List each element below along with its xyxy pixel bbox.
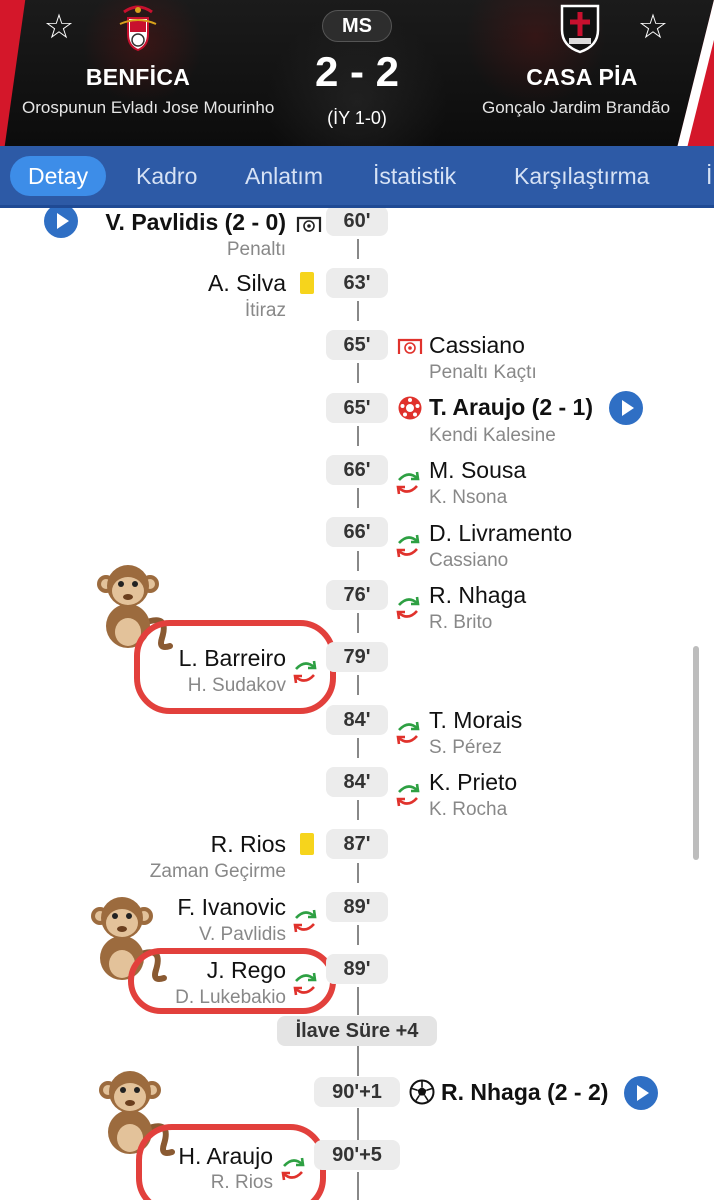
event-detail: Cassiano: [429, 550, 509, 571]
event-minute: 90'+1: [314, 1077, 400, 1107]
event-detail: R. Brito: [429, 612, 493, 633]
event-player-name[interactable]: F. Ivanovic: [177, 894, 286, 921]
favorite-away-star-icon[interactable]: ☆: [636, 10, 670, 44]
event-player-name[interactable]: D. Livramento: [429, 520, 572, 547]
event-minute: 66': [326, 517, 388, 547]
event-minute: 63': [326, 268, 388, 298]
substitution-icon: [396, 534, 420, 558]
timeline-connector: [357, 1172, 359, 1200]
benfica-logo: [119, 5, 157, 52]
event-player-name[interactable]: Cassiano: [429, 332, 525, 359]
substitution-icon: [396, 783, 420, 807]
video-play-button[interactable]: [609, 391, 643, 425]
tab-karsilastirma[interactable]: Karşılaştırma: [514, 156, 649, 196]
substitution-icon: [293, 909, 317, 933]
event-detail: V. Pavlidis: [199, 924, 286, 945]
goal-ball-icon: [409, 1079, 435, 1105]
timeline-connector: [357, 675, 359, 695]
home-team-name[interactable]: BENFİCA: [38, 64, 238, 91]
timeline-connector: [357, 239, 359, 259]
yellow-card-icon: [300, 272, 314, 294]
stoppage-time-pill: İlave Süre +4: [277, 1016, 437, 1046]
substitution-icon: [281, 1157, 305, 1181]
timeline-connector: [357, 738, 359, 758]
tab-bar: Detay Kadro Anlatım İstatistik Karşılaşt…: [0, 146, 714, 208]
event-detail: Penaltı: [226, 239, 286, 260]
favorite-home-star-icon[interactable]: ☆: [42, 10, 76, 44]
casa-pia-logo: [560, 4, 600, 54]
timeline-connector: [357, 301, 359, 321]
event-minute: 84': [326, 705, 388, 735]
away-team-name[interactable]: CASA PİA: [482, 64, 682, 91]
missed-penalty-icon: [397, 338, 423, 354]
event-player-name[interactable]: R. Nhaga: [429, 582, 526, 609]
substitution-icon: [293, 972, 317, 996]
event-detail: İtiraz: [244, 300, 286, 321]
away-coach: Gonçalo Jardim Brandão: [482, 98, 671, 117]
timeline-connector: [357, 613, 359, 633]
event-detail: Kendi Kalesine: [429, 425, 556, 446]
event-minute: 79': [326, 642, 388, 672]
timeline-connector: [357, 1108, 359, 1142]
match-score: 2 - 2: [314, 48, 400, 95]
match-status-badge: MS: [322, 10, 392, 42]
timeline-connector: [357, 800, 359, 820]
home-coach: Orospunun Evladı Jose Mourinho: [22, 98, 275, 117]
timeline-connector: [357, 363, 359, 383]
event-detail: S. Pérez: [429, 737, 502, 758]
tab-next-cut[interactable]: İ: [706, 156, 712, 196]
match-timeline: V. Pavlidis (2 - 0) 60' Penaltı A. Silva…: [0, 208, 714, 1200]
event-player-name[interactable]: H. Araujo: [178, 1143, 273, 1170]
timeline-connector: [357, 863, 359, 883]
event-player-name[interactable]: R. Nhaga (2 - 2): [441, 1079, 608, 1106]
timeline-connector: [357, 488, 359, 508]
tab-kadro[interactable]: Kadro: [136, 156, 197, 196]
scrollbar[interactable]: [693, 646, 699, 860]
tab-istatistik[interactable]: İstatistik: [373, 156, 456, 196]
halftime-score: (İY 1-0): [327, 108, 387, 128]
timeline-connector: [357, 426, 359, 446]
event-minute: 66': [326, 455, 388, 485]
event-detail: Zaman Geçirme: [149, 861, 286, 882]
event-player-name[interactable]: M. Sousa: [429, 457, 526, 484]
event-minute: 89': [326, 954, 388, 984]
event-minute: 90'+5: [314, 1140, 400, 1170]
timeline-connector: [357, 987, 359, 1015]
event-detail: D. Lukebakio: [175, 987, 286, 1008]
event-detail: K. Rocha: [429, 799, 508, 820]
yellow-card-icon: [300, 833, 314, 855]
event-player-name[interactable]: V. Pavlidis (2 - 0): [105, 209, 286, 236]
event-minute: 76': [326, 580, 388, 610]
event-player-name[interactable]: R. Rios: [211, 831, 286, 858]
tab-detay[interactable]: Detay: [10, 156, 107, 196]
video-play-button[interactable]: [624, 1076, 658, 1110]
timeline-connector: [357, 1046, 359, 1076]
event-minute: 87': [326, 829, 388, 859]
event-player-name[interactable]: J. Rego: [207, 957, 286, 984]
event-detail: H. Sudakov: [187, 675, 286, 696]
event-minute: 65': [326, 330, 388, 360]
substitution-icon: [396, 596, 420, 620]
event-player-name[interactable]: K. Prieto: [429, 769, 517, 796]
event-minute: 84': [326, 767, 388, 797]
event-minute: 65': [326, 393, 388, 423]
event-player-name[interactable]: T. Araujo (2 - 1): [429, 394, 593, 421]
substitution-icon: [396, 721, 420, 745]
substitution-icon: [293, 660, 317, 684]
timeline-connector: [357, 551, 359, 571]
event-player-name[interactable]: T. Morais: [429, 707, 522, 734]
event-minute: 60': [326, 208, 388, 236]
event-detail: K. Nsona: [429, 487, 508, 508]
penalty-goal-icon: [296, 216, 322, 232]
event-player-name[interactable]: A. Silva: [208, 270, 286, 297]
match-header: ☆ ☆ BENFİCA CASA PİA Orospunun Evladı Jo…: [0, 0, 714, 146]
event-player-name[interactable]: L. Barreiro: [179, 645, 286, 672]
event-detail: Penaltı Kaçtı: [429, 362, 537, 383]
timeline-connector: [357, 925, 359, 945]
substitution-icon: [396, 471, 420, 495]
own-goal-icon: [398, 396, 422, 420]
tab-anlatim[interactable]: Anlatım: [245, 156, 323, 196]
event-minute: 89': [326, 892, 388, 922]
event-detail: R. Rios: [210, 1172, 273, 1193]
